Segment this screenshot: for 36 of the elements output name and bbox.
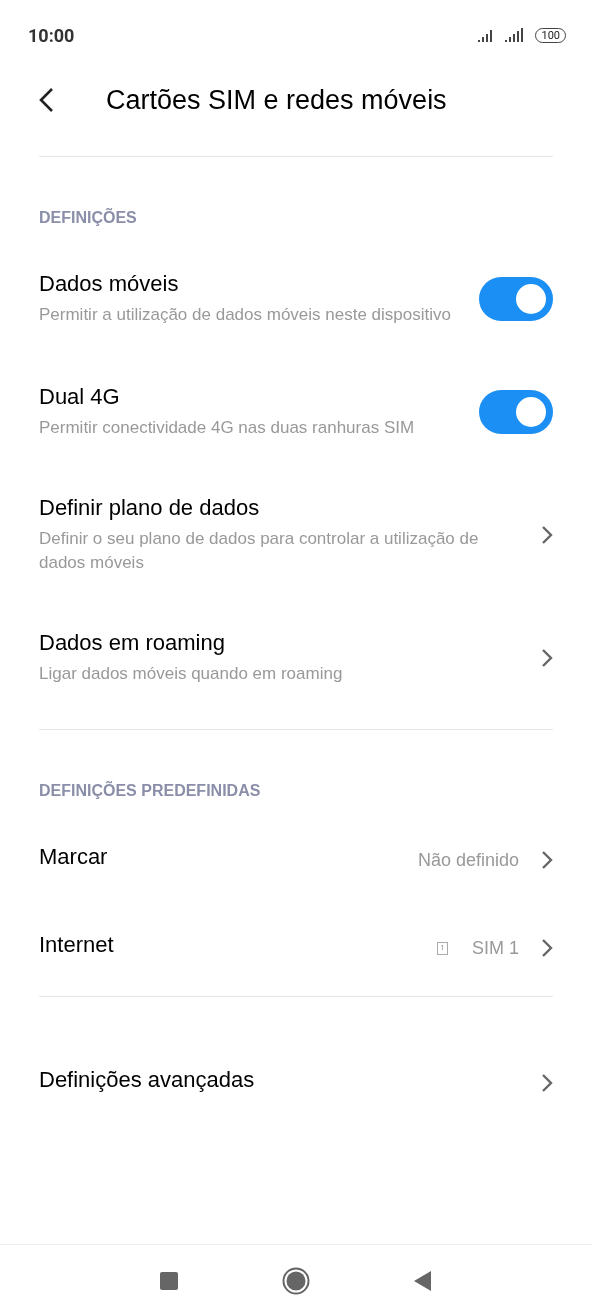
home-icon bbox=[282, 1266, 310, 1295]
home-button[interactable] bbox=[282, 1266, 310, 1295]
square-icon bbox=[160, 1271, 178, 1290]
setting-description: Permitir conectividade 4G nas duas ranhuras SIM bbox=[39, 417, 416, 439]
status-time: 10:00 bbox=[28, 24, 75, 46]
chevron-right-icon bbox=[541, 938, 553, 958]
settings-row[interactable]: Dados em roaming Ligar dados móveis quando em roaming bbox=[0, 616, 592, 700]
setting-title: Dados móveis bbox=[39, 271, 180, 297]
chevron-right-icon bbox=[541, 525, 553, 545]
setting-title: Dados em roaming bbox=[39, 630, 226, 656]
setting-title: Internet bbox=[39, 932, 115, 958]
page-title: Cartões SIM e redes móveis bbox=[106, 84, 447, 116]
back-icon bbox=[38, 87, 54, 113]
setting-title: Definições avançadas bbox=[39, 1067, 256, 1093]
toggle-switch[interactable] bbox=[479, 277, 553, 321]
section-header: DEFINIÇÕES PREDEFINIDAS bbox=[38, 782, 262, 800]
chevron-right-icon bbox=[541, 850, 553, 870]
setting-description: Permitir a utilização de dados móveis neste dispositivo bbox=[39, 304, 452, 326]
setting-title: Marcar bbox=[39, 844, 109, 870]
back-nav-button[interactable] bbox=[414, 1270, 432, 1291]
toggle-switch[interactable] bbox=[479, 390, 553, 434]
setting-description: Definir o seu plano de dados para controlar a utilização de dados móveis bbox=[39, 528, 480, 574]
chevron-right-icon bbox=[541, 1073, 553, 1093]
setting-value: SIM 1 bbox=[472, 937, 519, 959]
settings-row[interactable]: Marcar Não definido bbox=[0, 830, 592, 890]
back-button[interactable] bbox=[38, 87, 54, 113]
setting-value: Não definido bbox=[417, 849, 519, 871]
setting-title: Definir plano de dados bbox=[39, 495, 261, 521]
chevron-right-icon bbox=[541, 648, 553, 668]
setting-description: Ligar dados móveis quando em roaming bbox=[39, 663, 344, 685]
section-header: DEFINIÇÕES bbox=[38, 209, 138, 227]
triangle-back-icon bbox=[414, 1270, 432, 1291]
settings-row[interactable]: Definir plano de dados Definir o seu plano de dados para controlar a utilização de dados móveis bbox=[0, 483, 592, 587]
settings-row[interactable]: Definições avançadas bbox=[0, 1041, 592, 1125]
recents-button[interactable] bbox=[160, 1271, 178, 1290]
setting-title: Dual 4G bbox=[39, 384, 121, 410]
